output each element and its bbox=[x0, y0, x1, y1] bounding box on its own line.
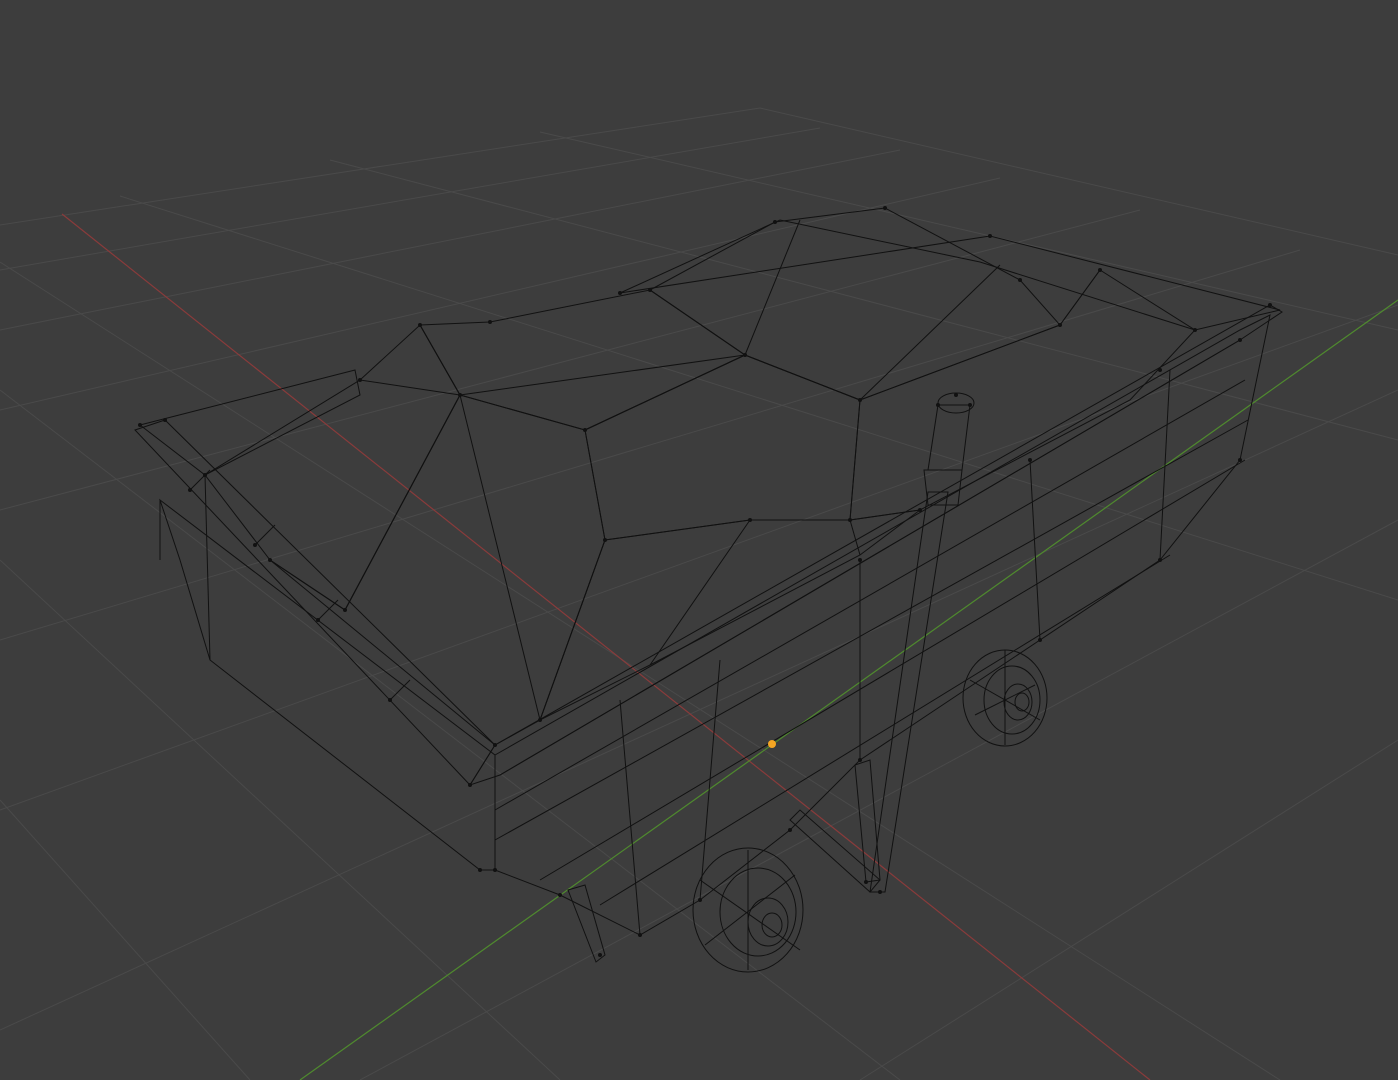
mesh-vertex[interactable] bbox=[748, 518, 752, 522]
grid-line bbox=[0, 799, 251, 1080]
mesh-vertex[interactable] bbox=[954, 393, 958, 397]
mesh-vertex[interactable] bbox=[603, 538, 607, 542]
grid-line bbox=[0, 389, 901, 1080]
mesh-vertex[interactable] bbox=[163, 418, 167, 422]
mesh-vertex[interactable] bbox=[558, 893, 562, 897]
mesh-vertex[interactable] bbox=[1268, 303, 1272, 307]
bin-rim-front bbox=[134, 419, 496, 786]
mesh-vertex[interactable] bbox=[268, 558, 272, 562]
rear-wheel bbox=[962, 649, 1048, 747]
pole-shaft bbox=[869, 491, 949, 893]
mesh-vertex[interactable] bbox=[458, 393, 462, 397]
mesh-vertex[interactable] bbox=[638, 933, 642, 937]
mesh-vertex[interactable] bbox=[864, 880, 868, 884]
mesh-edges bbox=[269, 219, 1101, 721]
front-rim-edges bbox=[159, 469, 411, 701]
mesh-vertex[interactable] bbox=[1098, 268, 1102, 272]
mesh-vertex[interactable] bbox=[858, 558, 862, 562]
mesh-vertex[interactable] bbox=[488, 320, 492, 324]
mesh-vertex[interactable] bbox=[858, 398, 862, 402]
grid-line bbox=[0, 149, 901, 331]
mesh-vertex[interactable] bbox=[493, 743, 497, 747]
mesh-vertex[interactable] bbox=[878, 890, 882, 894]
grid-line bbox=[0, 389, 1398, 1031]
grid-line bbox=[0, 107, 761, 226]
mesh-vertex[interactable] bbox=[918, 508, 922, 512]
mesh-vertex[interactable] bbox=[358, 378, 362, 382]
inner-left-wall bbox=[138, 369, 361, 476]
mesh-vertex[interactable] bbox=[1158, 368, 1162, 372]
handle-pole bbox=[869, 392, 975, 893]
grid-line bbox=[0, 209, 1141, 511]
mesh-vertex[interactable] bbox=[1238, 338, 1242, 342]
mesh-vertex[interactable] bbox=[138, 423, 142, 427]
chassis-bar bbox=[854, 759, 881, 883]
grid-line bbox=[0, 261, 1281, 1080]
mesh-vertex[interactable] bbox=[598, 953, 602, 957]
mesh-vertex[interactable] bbox=[788, 828, 792, 832]
mesh-vertex[interactable] bbox=[858, 758, 862, 762]
grid-line bbox=[119, 195, 1398, 601]
mesh-vertex[interactable] bbox=[388, 698, 392, 702]
mesh-vertex[interactable] bbox=[468, 783, 472, 787]
mesh-vertex[interactable] bbox=[988, 234, 992, 238]
mesh-vertex[interactable] bbox=[1028, 458, 1032, 462]
mesh-vertex[interactable] bbox=[648, 288, 652, 292]
mesh-vertex[interactable] bbox=[253, 543, 257, 547]
mesh-vertex[interactable] bbox=[848, 518, 852, 522]
mesh-object[interactable] bbox=[134, 206, 1283, 973]
object-origin-point[interactable] bbox=[768, 740, 776, 748]
grid-line bbox=[0, 249, 1301, 641]
load-front-slope bbox=[269, 394, 606, 746]
load-middle-dip bbox=[584, 354, 861, 541]
load-ridge-left bbox=[419, 289, 747, 431]
grid-line bbox=[359, 519, 1398, 1080]
mesh-vertex[interactable] bbox=[478, 868, 482, 872]
mesh-vertex[interactable] bbox=[1018, 278, 1022, 282]
mesh-vertex[interactable] bbox=[618, 291, 622, 295]
pole-upper bbox=[927, 404, 971, 471]
mesh-vertex[interactable] bbox=[418, 323, 422, 327]
chassis-bar bbox=[789, 809, 881, 893]
mesh-vertex[interactable] bbox=[773, 220, 777, 224]
mesh-vertex[interactable] bbox=[936, 403, 940, 407]
mesh-vertex[interactable] bbox=[203, 473, 207, 477]
mesh-vertex[interactable] bbox=[1038, 638, 1042, 642]
load-front-low bbox=[539, 509, 921, 722]
viewport-canvas[interactable] bbox=[0, 0, 1398, 1080]
mesh-vertex[interactable] bbox=[538, 718, 542, 722]
grid-line bbox=[539, 131, 1398, 331]
mesh-vertex[interactable] bbox=[743, 353, 747, 357]
mesh-vertex[interactable] bbox=[698, 898, 702, 902]
mesh-vertex[interactable] bbox=[883, 206, 887, 210]
y-axis-line bbox=[299, 299, 1398, 1080]
mesh-vertex[interactable] bbox=[188, 488, 192, 492]
side-wall-edges bbox=[494, 339, 1249, 936]
mesh-vertex[interactable] bbox=[1058, 323, 1062, 327]
3d-viewport[interactable] bbox=[0, 0, 1398, 1080]
grid-line bbox=[0, 304, 1398, 811]
mesh-vertex[interactable] bbox=[583, 428, 587, 432]
mesh-vertex[interactable] bbox=[343, 608, 347, 612]
grid-line bbox=[759, 107, 1398, 256]
mesh-vertex[interactable] bbox=[1193, 328, 1197, 332]
front-wheel bbox=[692, 847, 804, 973]
wheel-cap bbox=[1014, 692, 1030, 712]
grid-line bbox=[859, 739, 1398, 1080]
mesh-vertex[interactable] bbox=[1158, 558, 1162, 562]
bin-front-face bbox=[159, 498, 496, 871]
load-right-slope bbox=[849, 269, 1196, 521]
mesh-vertex[interactable] bbox=[316, 618, 320, 622]
mesh-vertex[interactable] bbox=[968, 403, 972, 407]
mesh-vertex[interactable] bbox=[493, 868, 497, 872]
wheel-spokes bbox=[969, 650, 1041, 745]
mesh-vertex[interactable] bbox=[1238, 458, 1242, 462]
bin-side-wall bbox=[494, 314, 1271, 936]
